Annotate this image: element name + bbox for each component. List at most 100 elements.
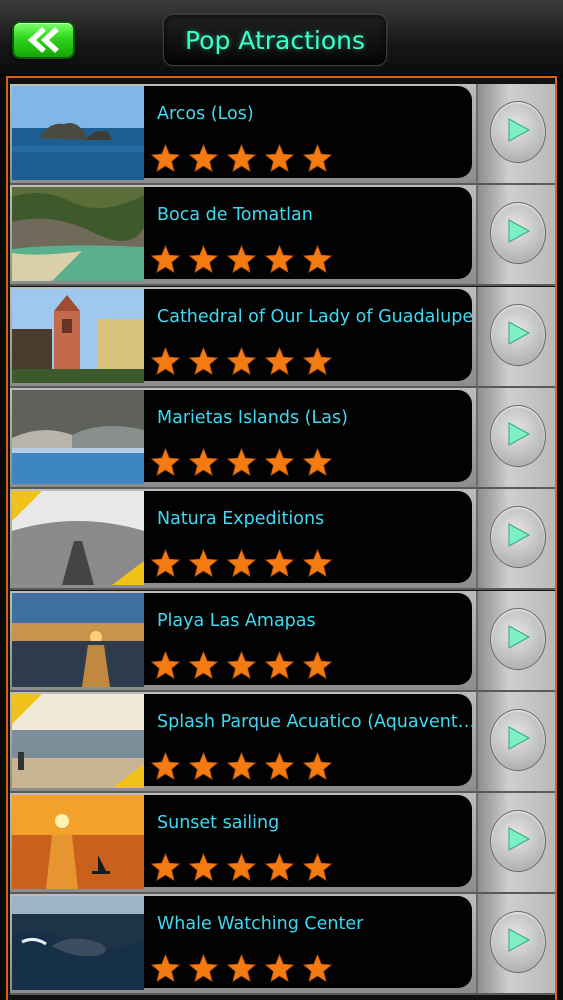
star-icon <box>264 953 295 985</box>
star-icon <box>150 650 181 682</box>
star-icon <box>226 143 257 175</box>
star-icon <box>264 548 295 580</box>
attraction-name: Natura Expeditions <box>157 509 325 530</box>
play-arrow-icon <box>503 115 533 149</box>
star-icon <box>150 548 181 580</box>
open-detail-button[interactable] <box>490 911 546 974</box>
star-icon <box>188 650 219 682</box>
attraction-thumbnail <box>12 795 144 890</box>
star-icon <box>302 751 333 783</box>
star-icon <box>226 447 257 479</box>
list-item[interactable]: Boca de Tomatlan <box>10 185 555 287</box>
star-icon <box>150 751 181 783</box>
star-icon <box>188 346 219 378</box>
star-icon <box>150 244 181 276</box>
attraction-name: Whale Watching Center <box>157 914 364 935</box>
detail-button-area <box>476 793 555 893</box>
play-arrow-icon <box>503 419 533 453</box>
play-arrow-icon <box>503 824 533 858</box>
star-icon <box>188 852 219 884</box>
play-arrow-icon <box>503 622 533 656</box>
star-icon <box>302 650 333 682</box>
star-icon <box>302 346 333 378</box>
star-icon <box>226 953 257 985</box>
attraction-info: Whale Watching Center <box>144 896 472 989</box>
open-detail-button[interactable] <box>490 404 546 467</box>
rating-stars <box>150 346 333 378</box>
attraction-info: Boca de Tomatlan <box>144 187 472 280</box>
attraction-name: Sunset sailing <box>157 813 280 834</box>
rating-stars <box>150 953 333 985</box>
attraction-info: Cathedral of Our Lady of Guadalupe <box>144 288 473 381</box>
attraction-name: Splash Parque Acuatico (Aquaventura... <box>157 711 482 732</box>
open-detail-button[interactable] <box>490 708 546 771</box>
rating-stars <box>150 751 333 783</box>
attraction-name: Playa Las Amapas <box>157 610 316 631</box>
detail-button-area <box>476 894 555 994</box>
detail-button-area <box>476 590 555 690</box>
list-item[interactable]: Cathedral of Our Lady of Guadalupe <box>10 286 555 388</box>
star-icon <box>150 852 181 884</box>
attraction-info: Arcos (Los) <box>144 86 472 178</box>
star-icon <box>264 650 295 682</box>
star-icon <box>226 650 257 682</box>
open-detail-button[interactable] <box>490 101 546 163</box>
attraction-name: Cathedral of Our Lady of Guadalupe <box>157 306 474 327</box>
attraction-name: Marietas Islands (Las) <box>157 407 348 428</box>
list-item[interactable]: Natura Expeditions <box>10 489 555 591</box>
star-icon <box>302 447 333 479</box>
star-icon <box>226 751 257 783</box>
attraction-info: Playa Las Amapas <box>144 592 472 685</box>
list-item[interactable]: Splash Parque Acuatico (Aquaventura... <box>10 691 555 793</box>
play-arrow-icon <box>503 216 533 250</box>
header-bar: Pop Atractions <box>0 0 563 76</box>
back-button[interactable] <box>12 21 75 59</box>
star-icon <box>302 143 333 175</box>
attraction-thumbnail <box>12 896 144 991</box>
detail-button-area <box>476 691 555 791</box>
open-detail-button[interactable] <box>490 303 546 366</box>
star-icon <box>226 244 257 276</box>
open-detail-button[interactable] <box>490 607 546 670</box>
detail-button-area <box>476 387 555 487</box>
attraction-info: Natura Expeditions <box>144 491 472 584</box>
star-icon <box>264 143 295 175</box>
attraction-info: Sunset sailing <box>144 795 472 888</box>
open-detail-button[interactable] <box>490 202 546 265</box>
attraction-thumbnail <box>12 288 144 383</box>
attraction-thumbnail <box>12 187 144 282</box>
star-icon <box>150 953 181 985</box>
star-icon <box>188 447 219 479</box>
list-item[interactable]: Marietas Islands (Las) <box>10 387 555 489</box>
list-item[interactable]: Arcos (Los) <box>10 84 555 185</box>
star-icon <box>302 953 333 985</box>
rating-stars <box>150 244 333 276</box>
detail-button-area <box>476 185 555 285</box>
star-icon <box>264 244 295 276</box>
rating-stars <box>150 650 333 682</box>
detail-button-area <box>476 84 555 183</box>
star-icon <box>188 143 219 175</box>
open-detail-button[interactable] <box>490 506 546 569</box>
star-icon <box>150 447 181 479</box>
list-item[interactable]: Sunset sailing <box>10 793 555 895</box>
play-arrow-icon <box>503 520 533 554</box>
star-icon <box>264 346 295 378</box>
rating-stars <box>150 447 333 479</box>
list-item[interactable]: Whale Watching Center <box>10 894 555 996</box>
play-arrow-icon <box>503 723 533 757</box>
open-detail-button[interactable] <box>490 810 546 873</box>
attraction-thumbnail <box>12 592 144 687</box>
star-icon <box>302 244 333 276</box>
attraction-thumbnail <box>12 491 144 586</box>
attractions-list: Arcos (Los) Boca de Tomatlan Cathedral o… <box>6 76 557 1000</box>
star-icon <box>188 548 219 580</box>
star-icon <box>226 346 257 378</box>
star-icon <box>264 447 295 479</box>
play-arrow-icon <box>503 925 533 959</box>
detail-button-area <box>476 489 555 589</box>
list-item[interactable]: Playa Las Amapas <box>10 590 555 692</box>
star-icon <box>264 852 295 884</box>
attraction-thumbnail <box>12 693 144 788</box>
attraction-name: Boca de Tomatlan <box>157 205 313 226</box>
